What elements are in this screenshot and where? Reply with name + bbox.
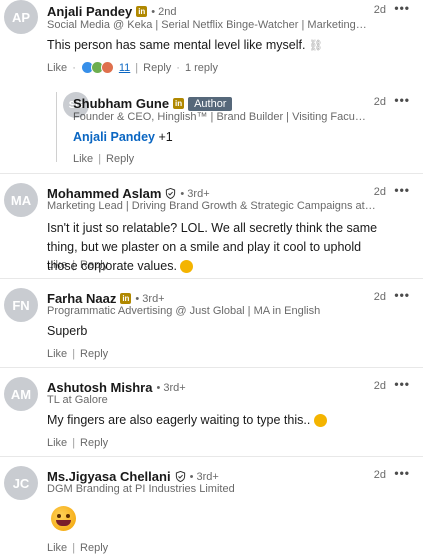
comment-time: 2d <box>373 291 386 303</box>
reply-button[interactable]: Reply <box>80 542 108 554</box>
connection-degree: • 3rd+ <box>189 470 219 483</box>
avatar[interactable]: JC <box>4 466 38 500</box>
avatar[interactable]: FN <box>4 288 38 322</box>
commenter-name[interactable]: Farha Naaz <box>47 291 116 306</box>
connection-degree: • 3rd+ <box>135 292 165 305</box>
commenter-name[interactable]: Anjali Pandey <box>47 4 132 19</box>
commenter-headline: Programmatic Advertising @ Just Global |… <box>47 305 321 317</box>
avatar[interactable]: AM <box>4 377 38 411</box>
comment-time: 2d <box>373 186 386 198</box>
connection-degree: • 3rd+ <box>156 381 186 394</box>
reply-button[interactable]: Reply <box>106 153 134 165</box>
linkedin-premium-icon: in <box>136 6 148 17</box>
divider <box>0 456 423 457</box>
more-options-icon[interactable]: ••• <box>394 1 410 15</box>
commenter-name[interactable]: Mohammed Aslam <box>47 186 161 201</box>
laughing-emoji-icon <box>51 506 76 531</box>
commenter-headline: Marketing Lead | Driving Brand Growth & … <box>47 200 377 212</box>
linkedin-premium-icon: in <box>173 98 185 109</box>
mention-link[interactable]: Anjali Pandey <box>73 130 155 144</box>
commenter-name[interactable]: Ms.Jigyasa Chellani <box>47 469 171 484</box>
reply-thread-line <box>56 92 57 162</box>
like-button[interactable]: Like <box>73 153 93 165</box>
comment-text: Anjali Pandey +1 <box>73 130 173 144</box>
linkedin-premium-icon: in <box>120 293 132 304</box>
divider <box>0 278 423 279</box>
divider <box>0 173 423 174</box>
comment-time: 2d <box>373 4 386 16</box>
commenter-headline: Founder & CEO, Hinglish™ | Brand Builder… <box>73 111 368 123</box>
like-button[interactable]: Like <box>47 348 67 360</box>
comment-time: 2d <box>373 469 386 481</box>
commenter-headline: TL at Galore <box>47 394 108 406</box>
edited-link-icon: ⛓ <box>308 40 323 52</box>
more-options-icon[interactable]: ••• <box>394 93 410 107</box>
like-button[interactable]: Like <box>47 542 67 554</box>
reaction-count[interactable]: 11 <box>119 62 130 74</box>
avatar[interactable]: MA <box>4 183 38 217</box>
commenter-headline: DGM Branding at PI Industries Limited <box>47 483 235 495</box>
more-options-icon[interactable]: ••• <box>394 288 410 302</box>
reply-button[interactable]: Reply <box>80 437 108 449</box>
more-options-icon[interactable]: ••• <box>394 466 410 480</box>
avatar[interactable]: AP <box>4 0 38 34</box>
commenter-name[interactable]: Shubham Gune <box>73 96 169 111</box>
reply-button[interactable]: Reply <box>80 259 108 271</box>
comment-text: This person has same mental level like m… <box>47 38 323 52</box>
connection-degree: • 2nd <box>151 5 177 18</box>
like-button[interactable]: Like <box>47 259 67 271</box>
laughing-emoji-icon <box>180 260 194 274</box>
comment-time: 2d <box>373 380 386 392</box>
more-options-icon[interactable]: ••• <box>394 183 410 197</box>
reply-count[interactable]: 1 reply <box>185 62 218 74</box>
like-button[interactable]: Like <box>47 437 67 449</box>
verified-icon <box>175 471 185 482</box>
commenter-headline: Social Media @ Keka | Serial Netflix Bin… <box>47 19 367 31</box>
comment-text: Superb <box>47 324 88 338</box>
hugging-emoji-icon <box>313 414 327 428</box>
verified-icon <box>166 188 176 199</box>
reactions-icon[interactable] <box>80 61 114 74</box>
comment-text: My fingers are also eagerly waiting to t… <box>47 411 397 430</box>
reply-button[interactable]: Reply <box>80 348 108 360</box>
like-button[interactable]: Like <box>47 62 67 74</box>
reply-button[interactable]: Reply <box>143 62 171 74</box>
more-options-icon[interactable]: ••• <box>394 377 410 391</box>
connection-degree: • 3rd+ <box>180 187 210 200</box>
comment-time: 2d <box>373 96 386 108</box>
author-badge: Author <box>188 96 233 111</box>
divider <box>0 367 423 368</box>
commenter-name[interactable]: Ashutosh Mishra <box>47 380 152 395</box>
comments-thread: AP Anjali Pandey in • 2nd Social Media @… <box>0 0 423 554</box>
